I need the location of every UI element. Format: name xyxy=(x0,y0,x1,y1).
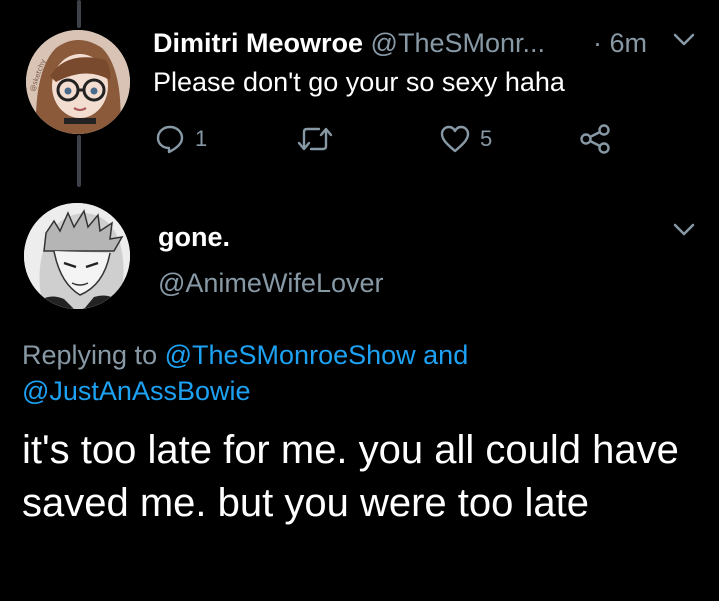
tweet2-author-name[interactable]: gone. xyxy=(158,222,230,253)
avatar-dimitri[interactable]: @sketchy xyxy=(26,30,130,134)
reply-count: 1 xyxy=(195,126,208,151)
tweet1-author-name[interactable]: Dimitri Meowroe xyxy=(153,28,363,58)
tweet2-text: it's too late for me. you all could have… xyxy=(22,428,679,525)
tweet1-text: Please don't go your so sexy haha xyxy=(153,67,565,97)
tweet2-author-handle[interactable]: @AnimeWifeLover xyxy=(158,268,383,299)
replying-to-user-link[interactable]: @TheSMonroeShow xyxy=(165,340,416,370)
avatar-gone[interactable] xyxy=(24,203,130,309)
avatar-illustration xyxy=(24,203,130,309)
thread-line-top xyxy=(77,0,81,28)
share-button[interactable] xyxy=(579,124,611,154)
chevron-down-icon[interactable] xyxy=(672,222,696,243)
tweet1-header: Dimitri Meowroe @TheSMonr... xyxy=(153,28,545,59)
retweet-button[interactable] xyxy=(297,124,333,154)
like-button[interactable]: 5 xyxy=(440,125,492,153)
avatar-illustration: @sketchy xyxy=(26,30,130,134)
share-icon xyxy=(580,124,610,154)
like-icon xyxy=(440,125,470,153)
replying-to-label: Replying to xyxy=(22,340,158,370)
replying-to: Replying to @TheSMonroeShow and @JustAnA… xyxy=(22,337,702,409)
reply-button[interactable]: 1 xyxy=(155,124,207,154)
chevron-down-icon[interactable] xyxy=(672,32,696,53)
like-count: 5 xyxy=(480,126,493,151)
replying-to-and[interactable]: and xyxy=(423,340,468,370)
tweet1-timestamp[interactable]: · 6m xyxy=(593,28,647,59)
retweet-icon xyxy=(297,127,333,151)
reply-icon xyxy=(156,125,184,154)
tweet1-action-bar: 1 5 xyxy=(0,124,719,164)
replying-to-user-link[interactable]: @JustAnAssBowie xyxy=(22,376,251,406)
tweet1-author-handle[interactable]: @TheSMonr... xyxy=(371,28,545,58)
